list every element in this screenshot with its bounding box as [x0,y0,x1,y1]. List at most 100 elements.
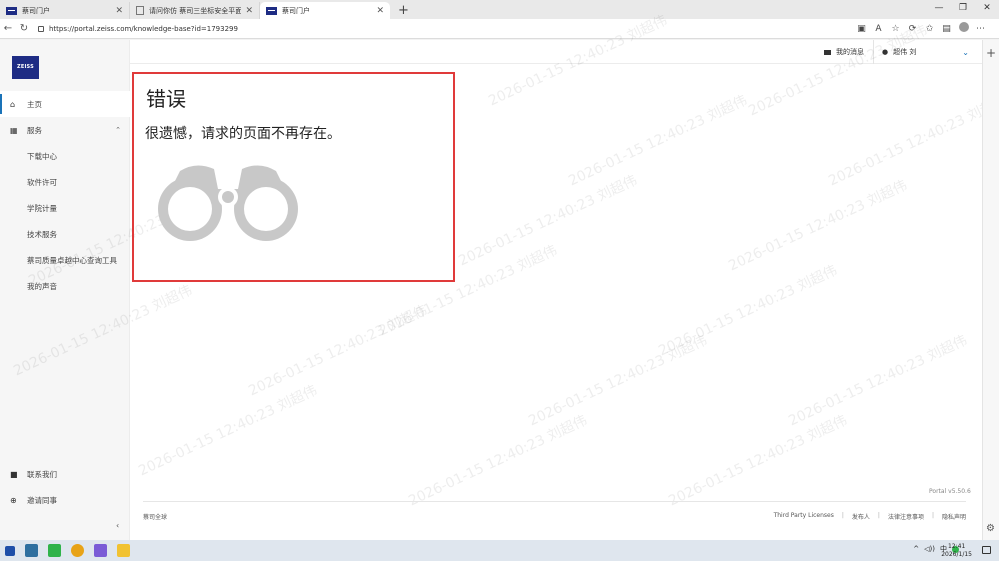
back-icon[interactable]: ← [0,23,16,34]
browser-tab-2[interactable]: 请问你仿 蔡司三坐标安全平面… ✕ [130,2,260,19]
sidebar-item-home[interactable]: ⌂ 主页 [0,91,130,117]
apps-icon[interactable]: ▣ [853,24,870,34]
add-icon[interactable]: + [986,46,996,60]
notification-icon[interactable] [982,546,991,554]
browser-app-icon[interactable] [25,544,38,557]
sidebar: ZEISS ⌂ 主页 ▦ 服务 ⌃ 下载中心 软件许可 学院计量 技术服务 蔡司… [0,40,130,540]
sidebar-item-label: 服务 [27,125,42,135]
new-tab-button[interactable]: + [398,3,409,18]
footer-link-publisher[interactable]: 发布人 [852,512,870,521]
profile-icon[interactable] [955,22,972,35]
chrome-app-icon[interactable] [71,544,84,557]
close-icon[interactable]: ✕ [245,6,253,16]
sidebar-item-invite-colleagues[interactable]: ⊕ 邀请同事 [0,487,130,513]
zeiss-favicon-icon [6,6,17,15]
sidebar-item-software-license[interactable]: 软件许可 [0,169,130,195]
person-icon: ● [882,48,889,56]
my-messages-label: 我的消息 [836,48,864,56]
watermark: 2026-01-15 12:40:23 刘超伟 [456,172,640,270]
url-text: https://portal.zeiss.com/knowledge-base?… [49,24,238,33]
windows-start-icon[interactable] [5,545,15,556]
tab-label: 蔡司门户 [282,6,310,15]
footer-link-third-party-licenses[interactable]: Third Party Licenses [774,512,834,521]
file-explorer-icon[interactable] [117,544,130,557]
watermark: 2026-01-15 12:40:23 刘超伟 [786,332,970,430]
clock[interactable]: 12:41 2026/1/15 [941,543,972,559]
top-bar: 我的消息 ● 超伟 刘 ⌄ [130,40,982,64]
sidebar-item-academy-metrology[interactable]: 学院计量 [0,195,130,221]
watermark: 2026-01-15 12:40:23 刘超伟 [566,92,750,190]
footer-link-privacy[interactable]: 隐私声明 [942,512,966,521]
sidebar-item-services[interactable]: ▦ 服务 ⌃ [0,117,130,143]
gear-icon[interactable]: ⚙ [986,523,995,534]
footer-separator: | [931,512,934,519]
extensions-icon[interactable]: ⟳ [904,24,921,34]
tray-expand-icon[interactable]: ^ [913,545,919,553]
url-field[interactable]: https://portal.zeiss.com/knowledge-base?… [38,25,853,33]
footer-divider [143,501,966,502]
edge-sidebar: + ⚙ [982,40,999,540]
more-icon[interactable]: ⋯ [972,24,989,34]
my-messages-link[interactable]: 我的消息 [824,47,864,57]
favorites-icon[interactable]: ✩ [921,24,938,34]
watermark: 2026-01-15 12:40:23 刘超伟 [246,302,430,400]
address-bar: ← ↻ https://portal.zeiss.com/knowledge-b… [0,19,999,39]
binoculars-icon [158,165,298,241]
browser-tab-3[interactable]: 蔡司门户 ✕ [260,2,390,19]
sidebar-item-label: 邀请同事 [27,495,57,505]
close-icon[interactable]: ✕ [115,6,123,16]
footer-separator: | [877,512,880,519]
home-icon: ⌂ [10,99,16,109]
refresh-icon[interactable]: ↻ [16,23,32,34]
portal-page: ZEISS ⌂ 主页 ▦ 服务 ⌃ 下载中心 软件许可 学院计量 技术服务 蔡司… [0,12,999,540]
close-window-button[interactable]: ✕ [975,0,999,17]
sidebar-bottom: ■ 联系我们 ⊕ 邀请同事 [0,461,130,513]
sidebar-nav: ⌂ 主页 ▦ 服务 ⌃ 下载中心 软件许可 学院计量 技术服务 蔡司质量卓越中心… [0,91,130,299]
app-icon[interactable] [94,544,107,557]
chevron-up-icon: ⌃ [115,126,121,134]
watermark: 2026-01-15 12:40:23 刘超伟 [726,177,910,275]
sidebar-item-label: 联系我们 [27,469,57,479]
tab-label: 请问你仿 蔡司三坐标安全平面… [149,6,242,15]
watermark: 2026-01-15 12:40:23 刘超伟 [666,412,850,510]
window-controls: — ❐ ✕ [927,0,999,17]
error-message: 很遗憾，请求的页面不再存在。 [145,126,341,142]
browser-tab-1[interactable]: 蔡司门户 ✕ [0,2,130,19]
collections-icon[interactable]: ▤ [938,24,955,34]
watermark: 2026-01-15 12:40:23 刘超伟 [826,92,999,190]
clock-time: 12:41 [947,543,966,550]
footer-link-legal-notice[interactable]: 法律注意事项 [888,512,924,521]
user-menu[interactable]: ● 超伟 刘 ⌄ [873,40,977,64]
sidebar-item-contact-us[interactable]: ■ 联系我们 [0,461,130,487]
collapse-sidebar-button[interactable]: ‹ [116,521,119,530]
sidebar-item-download-center[interactable]: 下载中心 [0,143,130,169]
translate-icon[interactable]: A [870,24,887,34]
error-title: 错误 [146,87,186,111]
sidebar-item-quality-excellence-tool[interactable]: 蔡司质量卓越中心查询工具 [0,247,130,273]
chevron-down-icon: ⌄ [962,47,969,57]
add-user-icon: ⊕ [10,495,17,505]
zeiss-favicon-icon [266,6,277,15]
tab-label: 蔡司门户 [22,6,50,15]
page-favicon-icon [136,6,144,15]
wechat-app-icon[interactable] [48,544,61,557]
minimize-button[interactable]: — [927,0,951,17]
sidebar-item-label: 主页 [27,99,42,109]
zeiss-logo[interactable]: ZEISS [12,56,39,79]
watermark: 2026-01-15 12:40:23 刘超伟 [656,262,840,360]
footer-copyright: 蔡司全球 [143,514,168,521]
close-icon[interactable]: ✕ [376,6,384,16]
maximize-button[interactable]: ❐ [951,0,975,17]
footer-links: Third Party Licenses | 发布人 | 法律注意事项 | 隐私… [774,512,966,521]
watermark: 2026-01-15 12:40:23 刘超伟 [406,412,590,510]
sidebar-item-technical-service[interactable]: 技术服务 [0,221,130,247]
sidebar-item-my-voice[interactable]: 我的声音 [0,273,130,299]
chat-icon: ■ [10,469,18,479]
lock-icon [38,25,44,32]
favorite-star-icon[interactable]: ☆ [887,24,904,34]
browser-tab-strip: 蔡司门户 ✕ 请问你仿 蔡司三坐标安全平面… ✕ 蔡司门户 ✕ + — ❐ ✕ [0,0,999,19]
watermark: 2026-01-15 12:40:23 刘超伟 [526,332,710,430]
volume-icon[interactable]: ◁)) [924,545,935,553]
address-bar-icons: ▣ A ☆ ⟳ ✩ ▤ ⋯ [853,22,989,35]
grid-icon: ▦ [10,125,18,135]
